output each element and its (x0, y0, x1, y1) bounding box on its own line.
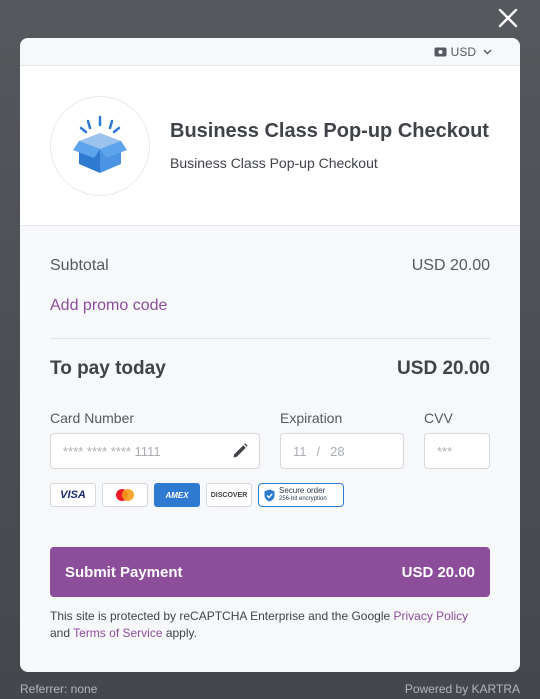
pencil-icon[interactable] (231, 442, 249, 460)
order-summary: Subtotal USD 20.00 Add promo code To pay… (20, 257, 520, 642)
modal-topbar: USD (20, 38, 520, 66)
mastercard-icon (116, 489, 134, 501)
divider (50, 338, 490, 339)
total-row: To pay today USD 20.00 (50, 358, 490, 380)
legal-text: This site is protected by reCAPTCHA Ente… (50, 609, 394, 623)
card-number-label: Card Number (50, 410, 135, 426)
cvv-placeholder: *** (437, 443, 453, 459)
submit-payment-button[interactable]: Submit Payment USD 20.00 (50, 547, 490, 597)
checkout-modal: USD Business Class Pop-up Checkout Busin… (20, 38, 520, 672)
card-number-value: **** **** **** 1111 (63, 443, 161, 459)
payment-badges: VISA AMEX DISCOVER Secure order 256-bit … (50, 483, 490, 507)
subtotal-row: Subtotal USD 20.00 (50, 257, 490, 275)
visa-badge: VISA (50, 483, 96, 507)
shield-icon (264, 489, 275, 502)
close-icon[interactable] (496, 6, 520, 30)
cvv-label: CVV (424, 410, 453, 426)
secure-order-badge: Secure order 256-bit encryption (258, 483, 344, 507)
product-logo (50, 95, 150, 196)
money-icon (434, 47, 447, 57)
submit-label: Submit Payment (65, 563, 183, 581)
legal-apply: apply. (162, 626, 197, 640)
expiration-separator: / (316, 443, 321, 459)
secure-order-subtitle: 256-bit encryption (279, 496, 327, 502)
recaptcha-notice: This site is protected by reCAPTCHA Ente… (50, 608, 490, 642)
discover-badge: DISCOVER (206, 483, 252, 507)
card-number-input[interactable]: **** **** **** 1111 (50, 433, 260, 469)
legal-and: and (50, 626, 74, 640)
total-value: USD 20.00 (397, 358, 490, 379)
expiration-year: 28 (330, 443, 345, 459)
product-header: Business Class Pop-up Checkout Business … (20, 66, 520, 226)
submit-amount: USD 20.00 (401, 563, 475, 581)
subtotal-value: USD 20.00 (411, 257, 490, 274)
page-footer: Referrer: none Powered by KARTRA (20, 682, 520, 696)
subtotal-label: Subtotal (50, 257, 109, 274)
cvv-input[interactable]: *** (424, 433, 490, 469)
privacy-policy-link[interactable]: Privacy Policy (394, 609, 469, 623)
expiration-input[interactable]: 11 / 28 (280, 433, 404, 469)
currency-selector[interactable]: USD (434, 45, 492, 59)
amex-badge: AMEX (154, 483, 200, 507)
expiration-label: Expiration (280, 410, 343, 426)
powered-by-text: Powered by KARTRA (404, 682, 520, 696)
payment-fields: Card Number **** **** **** 1111 Expirati… (50, 410, 490, 469)
expiration-month: 11 (293, 443, 307, 459)
add-promo-code-link[interactable]: Add promo code (50, 297, 167, 315)
product-title: Business Class Pop-up Checkout (170, 120, 489, 142)
chevron-down-icon (480, 49, 492, 55)
total-label: To pay today (50, 358, 166, 379)
secure-order-title: Secure order (279, 486, 326, 495)
currency-label: USD (450, 44, 476, 59)
referrer-text: Referrer: none (20, 682, 98, 696)
terms-of-service-link[interactable]: Terms of Service (73, 626, 162, 640)
mastercard-badge (102, 483, 148, 507)
product-subtitle: Business Class Pop-up Checkout (170, 155, 378, 171)
open-box-icon (73, 115, 127, 173)
